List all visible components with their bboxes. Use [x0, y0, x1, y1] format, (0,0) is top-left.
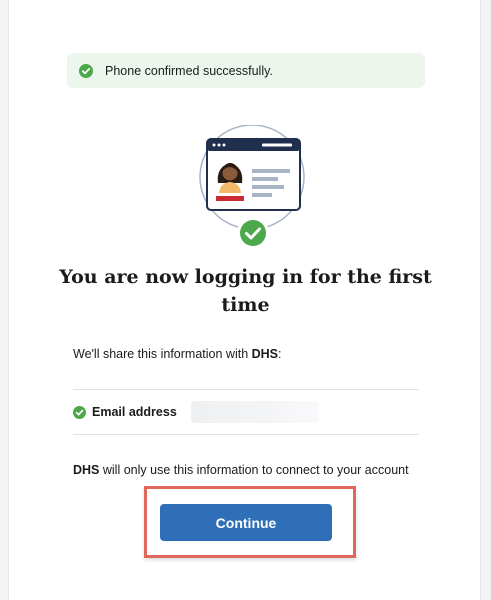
share-agency: DHS [251, 347, 279, 361]
id-card-verified-icon [192, 124, 312, 253]
check-circle-icon [73, 405, 86, 419]
divider-top [73, 389, 419, 390]
continue-button[interactable]: Continue [160, 504, 332, 541]
alert-message: Phone confirmed successfully. [105, 63, 273, 78]
check-circle-icon [79, 63, 93, 78]
divider-bottom [73, 434, 419, 435]
share-intro-prefix: We'll share this information with [73, 347, 252, 361]
usage-text: will only use this information to connec… [99, 463, 409, 477]
usage-agency: DHS [73, 463, 100, 477]
email-address-label: Email address [92, 405, 177, 419]
page-title: You are now logging in for the first tim… [59, 266, 432, 316]
share-intro: We'll share this information with DHS: [73, 347, 282, 361]
page-frame: Phone confirmed successfully. You are no… [8, 0, 481, 600]
attribute-row-email: Email address [73, 400, 319, 424]
success-alert: Phone confirmed successfully. [67, 53, 425, 88]
email-address-value-redacted [190, 401, 319, 423]
share-intro-suffix: : [278, 347, 282, 361]
usage-notice: DHS will only use this information to co… [73, 463, 409, 477]
